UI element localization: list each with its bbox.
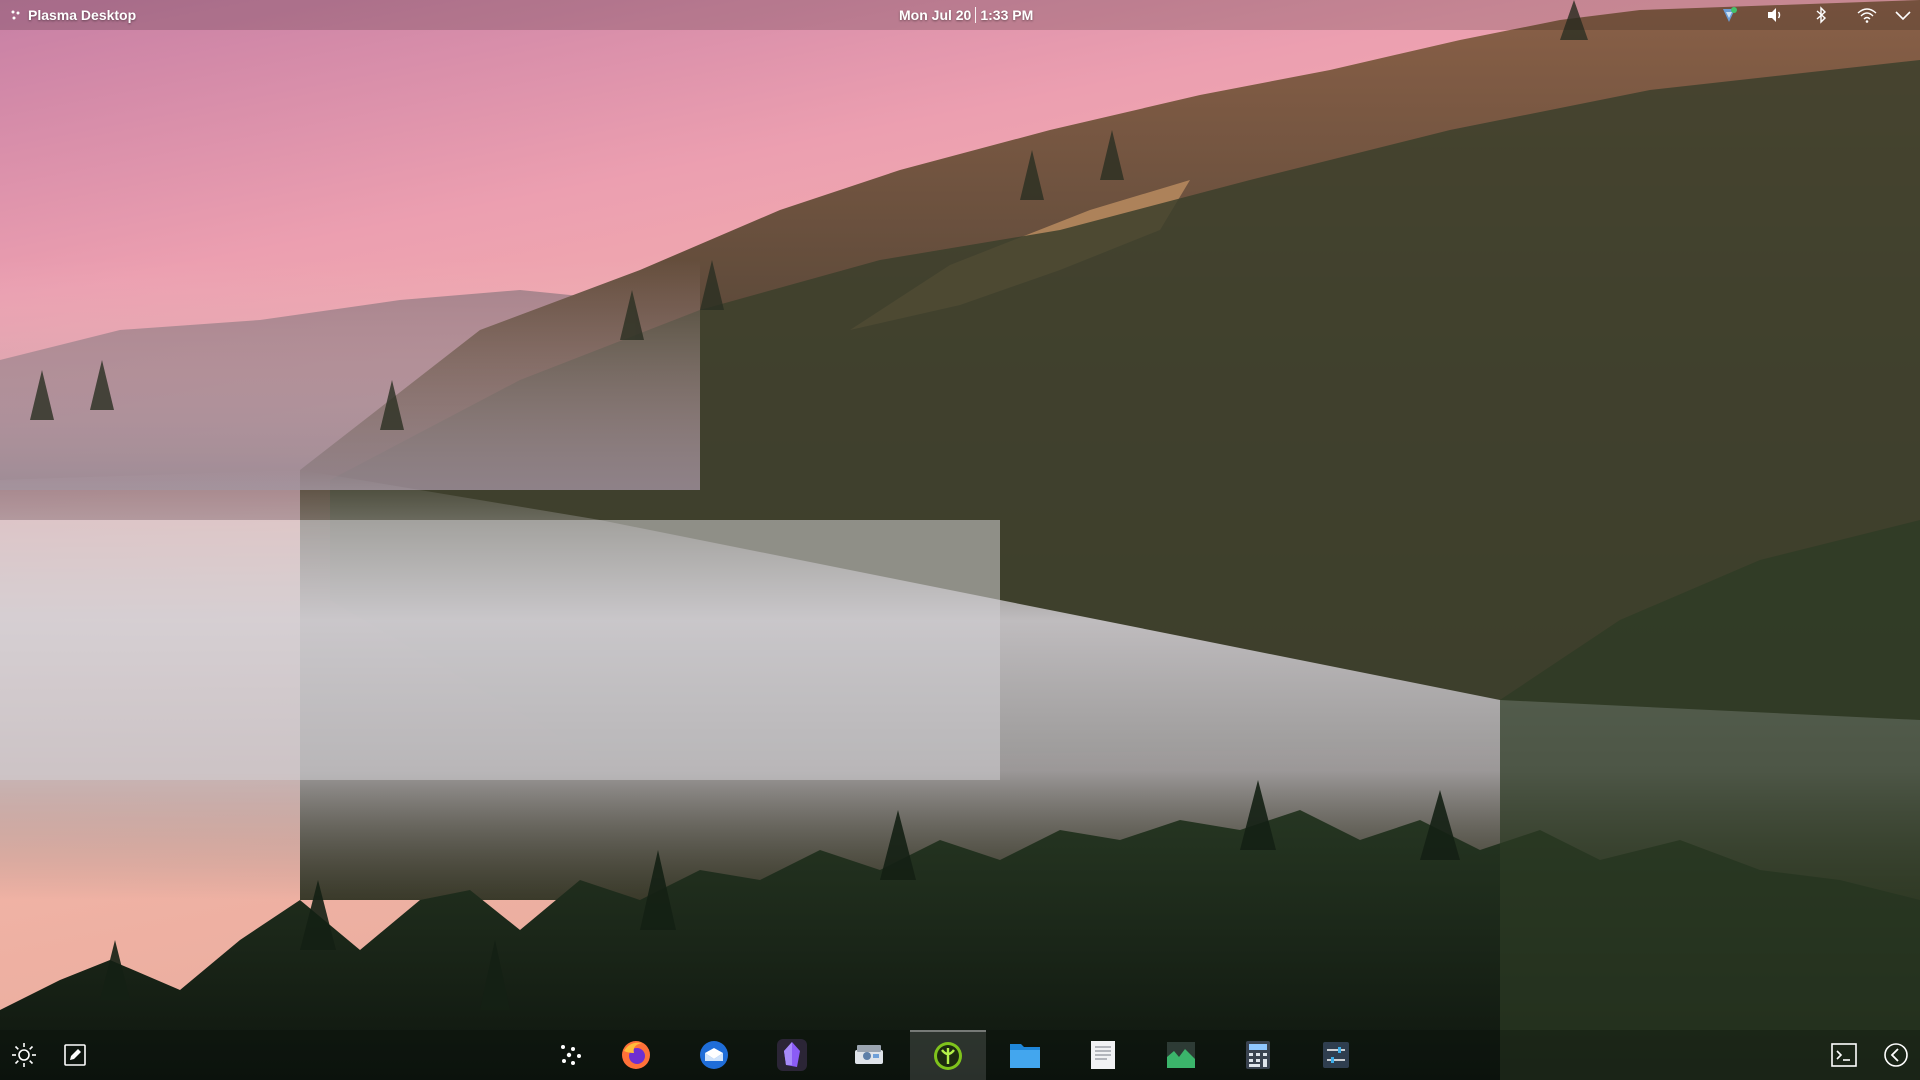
clock-time: 1:33 PM: [980, 7, 1034, 23]
kde-connect-icon: [934, 1042, 962, 1070]
settings-button[interactable]: [1298, 1030, 1374, 1080]
bluetooth-icon[interactable]: [1810, 5, 1832, 25]
activity-switcher[interactable]: Plasma Desktop: [10, 6, 136, 24]
clock-separator: [975, 7, 977, 23]
file-manager-button[interactable]: [987, 1030, 1063, 1080]
kde-connect-button[interactable]: [910, 1030, 986, 1080]
brightness-icon: [12, 1043, 36, 1067]
thunderbird-icon: [700, 1041, 728, 1069]
firefox-icon: [622, 1041, 650, 1069]
scanner-button[interactable]: [831, 1030, 907, 1080]
text-editor-icon: [1091, 1041, 1115, 1069]
calculator-button[interactable]: [1220, 1030, 1296, 1080]
terminal-icon: [1831, 1043, 1857, 1067]
file-manager-icon: [1010, 1044, 1040, 1068]
top-panel: Plasma Desktop Mon Jul 20 1:33 PM: [0, 0, 1920, 30]
system-monitor-icon: [1167, 1042, 1195, 1068]
vpn-shield-icon[interactable]: [1718, 5, 1740, 25]
scanner-icon: [855, 1045, 883, 1064]
app-launcher-button[interactable]: [532, 1030, 608, 1080]
text-editor-button[interactable]: [1065, 1030, 1141, 1080]
activity-label: Plasma Desktop: [28, 7, 137, 23]
bottom-panel: [0, 1030, 1920, 1080]
firefox-button[interactable]: [598, 1030, 674, 1080]
back-button[interactable]: [1876, 1030, 1916, 1080]
expand-tray-icon[interactable]: [1892, 5, 1914, 25]
system-monitor-button[interactable]: [1143, 1030, 1219, 1080]
notes-button[interactable]: [55, 1030, 95, 1080]
brightness-button[interactable]: [4, 1030, 44, 1080]
digital-clock[interactable]: Mon Jul 20 1:33 PM: [899, 6, 1033, 24]
obsidian-button[interactable]: [754, 1030, 830, 1080]
wifi-icon[interactable]: [1856, 5, 1878, 25]
thunderbird-button[interactable]: [676, 1030, 752, 1080]
calculator-icon: [1246, 1041, 1270, 1069]
obsidian-icon: [777, 1039, 807, 1071]
terminal-button[interactable]: [1824, 1030, 1864, 1080]
activities-icon: [11, 10, 20, 20]
clock-date: Mon Jul 20: [899, 7, 972, 23]
volume-icon[interactable]: [1764, 5, 1786, 25]
back-icon: [1884, 1043, 1908, 1067]
notes-icon: [64, 1044, 86, 1066]
desktop-wallpaper: [0, 0, 1920, 1080]
settings-icon: [1323, 1042, 1349, 1068]
app-launcher-icon: [561, 1045, 581, 1065]
